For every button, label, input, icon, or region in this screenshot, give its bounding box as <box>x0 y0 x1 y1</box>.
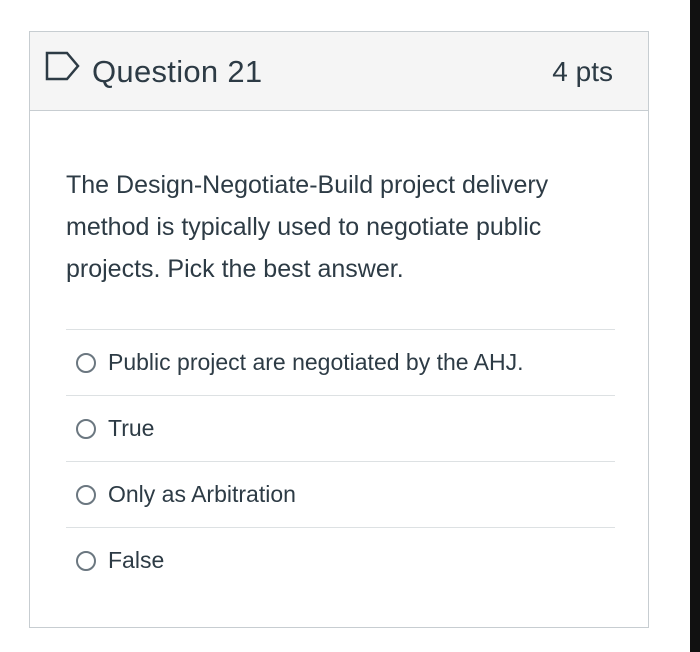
radio-button[interactable] <box>76 550 96 571</box>
radio-button[interactable] <box>76 418 96 439</box>
question-header: Question 21 4 pts <box>30 32 648 111</box>
question-text: The Design-Negotiate-Build project deliv… <box>66 171 549 283</box>
answer-option-false[interactable]: False <box>66 527 615 593</box>
answer-label: True <box>108 415 155 441</box>
question-card: Question 21 4 pts The Design-Negotiate-B… <box>29 31 649 628</box>
answer-label: Only as Arbitration <box>108 481 296 507</box>
answer-label: Public project are negotiated by the AHJ… <box>108 349 524 375</box>
question-title: Question 21 <box>92 54 263 89</box>
radio-button[interactable] <box>76 484 96 505</box>
quiz-page: Question 21 4 pts The Design-Negotiate-B… <box>0 0 700 652</box>
flag-question-icon[interactable] <box>45 51 81 81</box>
answer-option-ahj[interactable]: Public project are negotiated by the AHJ… <box>66 329 615 395</box>
answer-list: Public project are negotiated by the AHJ… <box>66 329 615 593</box>
answer-option-true[interactable]: True <box>66 395 615 461</box>
answer-option-arbitration[interactable]: Only as Arbitration <box>66 461 615 527</box>
screen-edge <box>690 0 700 652</box>
question-points: 4 pts <box>552 56 613 87</box>
radio-button[interactable] <box>76 352 96 373</box>
answer-label: False <box>108 547 165 573</box>
